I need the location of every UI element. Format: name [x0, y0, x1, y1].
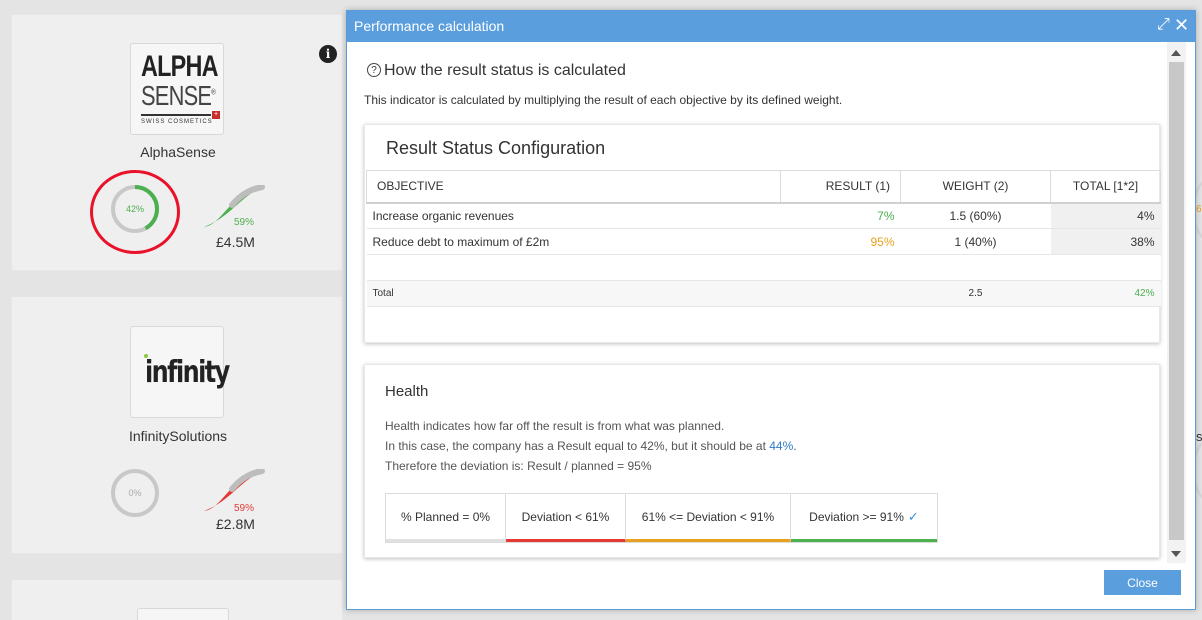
health-line: Therefore the deviation is: Result / pla… — [385, 459, 652, 473]
table-header-row: OBJECTIVE RESULT (1) WEIGHT (2) TOTAL [1… — [366, 170, 1161, 204]
expand-icon[interactable]: ⤢ — [1157, 11, 1170, 39]
scroll-thumb[interactable] — [1169, 62, 1184, 540]
dialog-header: Performance calculation ⤢ ✕ — [347, 11, 1195, 42]
health-legend: % Planned = 0% Deviation < 61% 61% <= De… — [385, 493, 938, 543]
health-line: In this case, the company has a Result e… — [385, 439, 797, 453]
amount: £4.5M — [216, 234, 255, 250]
cell-result: 95% — [780, 228, 901, 255]
health-line: Health indicates how far off the result … — [385, 419, 725, 433]
total-weight: 2.5 — [900, 280, 1051, 307]
close-button[interactable]: Close — [1104, 570, 1181, 595]
company-card-alphasense[interactable]: ALPHA SENSE® + SWISS COSMETICS AlphaSens… — [11, 14, 343, 271]
health-title: Health — [385, 383, 429, 400]
table-row[interactable]: Increase organic revenues 7% 1.5 (60%) 4… — [366, 202, 1161, 229]
panel-title: Result Status Configuration — [386, 138, 606, 158]
health-panel: Health Health indicates how far off the … — [364, 364, 1160, 558]
dialog-scrollbar[interactable] — [1167, 42, 1186, 563]
dialog-title: Performance calculation — [354, 18, 505, 34]
table-empty-space — [366, 254, 1161, 281]
question-circle-icon: ? — [367, 63, 381, 77]
legend-deviation-low: Deviation < 61% — [506, 494, 626, 542]
planned-value: 44% — [769, 439, 794, 453]
close-icon[interactable]: ✕ — [1174, 11, 1189, 39]
total-value: 42% — [1050, 280, 1161, 307]
cell-result: 7% — [780, 202, 901, 229]
result-ring[interactable]: 0% — [109, 467, 161, 519]
legend-planned: % Planned = 0% — [386, 494, 506, 542]
cell-total: 4% — [1050, 202, 1161, 229]
highlight-annotation — [90, 170, 180, 254]
column-header-result[interactable]: RESULT (1) — [780, 170, 901, 204]
cell-total: 38% — [1050, 228, 1161, 255]
column-header-weight[interactable]: WEIGHT (2) — [900, 170, 1051, 204]
trend-percent: 59% — [234, 217, 255, 228]
ring-percent: 0% — [128, 488, 142, 498]
result-status-panel: Result Status Configuration OBJECTIVE RE… — [364, 124, 1161, 343]
table-row[interactable]: Reduce debt to maximum of £2m 95% 1 (40%… — [366, 228, 1161, 255]
infinity-logo: infinity — [130, 326, 230, 418]
cell-objective: Increase organic revenues — [366, 202, 781, 229]
total-label: Total — [366, 280, 781, 307]
amount: £2.8M — [216, 516, 255, 532]
trend-percent: 59% — [234, 503, 255, 514]
company-name: InfinitySolutions — [128, 428, 228, 444]
edge-fragment: 6 — [1196, 204, 1202, 215]
table-total-row: Total 2.5 42% — [366, 280, 1161, 307]
legend-deviation-mid: 61% <= Deviation < 91% — [626, 494, 791, 542]
info-icon[interactable]: i — [319, 45, 337, 63]
cell-objective: Reduce debt to maximum of £2m — [366, 228, 781, 255]
company-card-infinitysolutions[interactable]: infinity InfinitySolutions 0% 59% £2.8M — [11, 296, 343, 554]
dialog-body[interactable]: ? How the result status is calculated Thi… — [347, 42, 1167, 562]
performance-calculation-dialog: Performance calculation ⤢ ✕ ? How the res… — [346, 10, 1196, 610]
scroll-up-arrow-icon[interactable] — [1171, 50, 1181, 56]
check-icon: ✓ — [907, 509, 919, 524]
scroll-down-arrow-icon[interactable] — [1171, 551, 1181, 557]
cell-weight: 1 (40%) — [900, 228, 1051, 255]
edge-fragment: s — [1196, 429, 1202, 444]
alphasense-logo: ALPHA SENSE® + SWISS COSMETICS — [130, 43, 224, 135]
result-table: OBJECTIVE RESULT (1) WEIGHT (2) TOTAL [1… — [366, 170, 1161, 307]
section-description: This indicator is calculated by multiply… — [364, 93, 843, 107]
column-header-objective[interactable]: OBJECTIVE — [366, 170, 781, 204]
column-header-total[interactable]: TOTAL [1*2] — [1050, 170, 1161, 204]
company-name: AlphaSense — [140, 144, 216, 160]
company-card[interactable] — [11, 579, 343, 620]
cell-weight: 1.5 (60%) — [900, 202, 1051, 229]
company-logo — [137, 608, 229, 620]
legend-deviation-high: Deviation >= 91% ✓ — [791, 494, 937, 542]
swiss-flag-icon: + — [212, 111, 220, 119]
section-heading: ? How the result status is calculated — [367, 62, 626, 80]
